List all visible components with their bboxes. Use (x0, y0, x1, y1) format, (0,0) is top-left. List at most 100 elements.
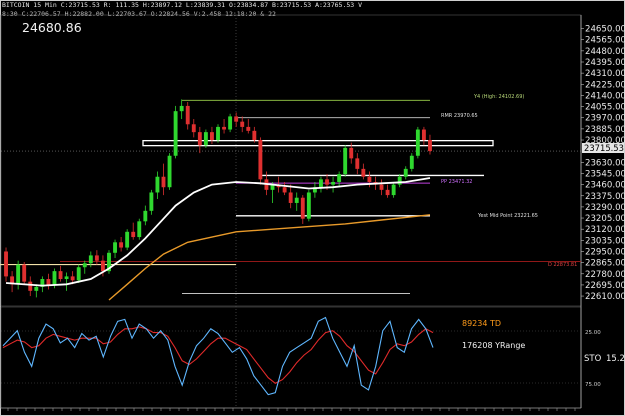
axis-tick-label: 24650.00 (585, 25, 625, 35)
candle-body (355, 158, 360, 169)
pp-label: PP 23471.32 (441, 179, 472, 185)
candle-body (385, 189, 390, 196)
candle-body (246, 126, 251, 131)
candle-body (191, 124, 196, 133)
axis-tick-label: 24395.00 (585, 58, 625, 68)
axis-tick-label: 23205.00 (585, 214, 625, 224)
candle-body (397, 176, 402, 185)
candle-body (70, 276, 75, 281)
ma-slow-line (108, 214, 431, 301)
candle-body (415, 129, 420, 156)
candle-body (228, 116, 233, 130)
price-axis: 24650.0024565.0024480.0024395.0024310.00… (581, 25, 625, 302)
osc-tick-75: 75.00 (585, 382, 601, 388)
candle-body (100, 260, 105, 272)
axis-tick-label: 23630.00 (585, 158, 625, 168)
candle-body (367, 176, 372, 182)
candle-body (22, 264, 27, 282)
candle-body (143, 210, 148, 222)
price-chart[interactable]: 24650.0024565.0024480.0024395.0024310.00… (0, 0, 625, 416)
candle-body (161, 176, 166, 188)
axis-tick-label: 22610.00 (585, 292, 625, 302)
candle-body (300, 197, 305, 219)
axis-tick-label: 24310.00 (585, 69, 625, 79)
axis-tick-label: 23035.00 (585, 236, 625, 246)
candle-body (379, 184, 384, 190)
candle-body (94, 255, 99, 261)
candle-body (173, 111, 178, 156)
axis-tick-label: 23970.00 (585, 114, 625, 124)
candle-body (149, 192, 154, 211)
candle-body (258, 140, 263, 180)
axis-tick-label: 23545.00 (585, 169, 625, 179)
candle-body (28, 281, 33, 291)
candle-body (131, 231, 136, 238)
candle-body (34, 286, 39, 291)
candle-body (88, 255, 93, 264)
candle-body (137, 221, 142, 238)
candle-body (421, 129, 426, 141)
zone-box-upper (142, 139, 494, 147)
yrange-label: 176208 YRange (462, 341, 525, 350)
candle-body (16, 264, 21, 285)
candle-body (119, 242, 124, 248)
candle-body (409, 155, 414, 169)
candle-body (167, 155, 172, 188)
candle-body (294, 197, 299, 203)
axis-tick-label: 23885.00 (585, 125, 625, 135)
axis-tick-label: 24055.00 (585, 103, 625, 113)
moving-averages (5, 177, 431, 301)
candle-body (234, 116, 239, 122)
candle-body (4, 251, 8, 277)
candle-body (210, 132, 214, 141)
candle-body (331, 181, 336, 185)
axis-tick-label: 22865.00 (585, 259, 625, 269)
candle-body (306, 192, 311, 219)
candle-body (58, 271, 63, 280)
axis-tick-label: 23375.00 (585, 192, 625, 202)
yhigh-label: Y4 (High: 24102.69) (473, 94, 524, 100)
candle-body (240, 121, 245, 127)
candle-body (52, 271, 57, 286)
candle-body (403, 168, 408, 177)
axis-tick-label: 24140.00 (585, 91, 625, 101)
candle-body (337, 174, 342, 182)
d-level-label: D 22873.81 (548, 262, 577, 268)
candle-body (349, 147, 354, 159)
candle-body (222, 126, 226, 130)
candle-body (319, 179, 323, 188)
candle-body (343, 147, 348, 175)
candle-body (113, 242, 117, 253)
candle-body (76, 267, 81, 281)
axis-tick-label: 24225.00 (585, 80, 625, 90)
td-label: 89234 TD (462, 319, 501, 328)
ma-fast-line (5, 177, 431, 287)
candle-body (82, 263, 87, 268)
candle-body (252, 130, 257, 141)
sto-label: STO (584, 354, 602, 364)
candle-body (325, 179, 329, 185)
candle-body (428, 140, 432, 152)
candle-body (203, 132, 208, 146)
candle-body (155, 176, 160, 193)
candle-body (391, 184, 396, 196)
axis-tick-label: 23120.00 (585, 225, 625, 235)
candle-body (197, 132, 202, 146)
osc-slow-line (2, 326, 434, 384)
axis-tick-label: 22780.00 (585, 270, 625, 280)
axis-tick-label: 22950.00 (585, 247, 625, 257)
osc-tick-25: 25.00 (585, 330, 601, 336)
axis-tick-label: 23460.00 (585, 181, 625, 191)
candle-body (125, 231, 130, 248)
candle-body (288, 192, 293, 203)
candle-body (361, 168, 366, 177)
axis-tick-label: 24480.00 (585, 47, 625, 57)
sto-value: 15.2 (606, 354, 625, 364)
current-price-value: 23715.53 (584, 143, 624, 153)
candle-body (185, 105, 190, 125)
price-pane-border (0, 14, 582, 307)
axis-tick-label: 23290.00 (585, 203, 625, 213)
candle-body (179, 105, 184, 112)
rmr-label: RMR 23970.65 (441, 113, 478, 119)
candle-body (64, 276, 69, 280)
